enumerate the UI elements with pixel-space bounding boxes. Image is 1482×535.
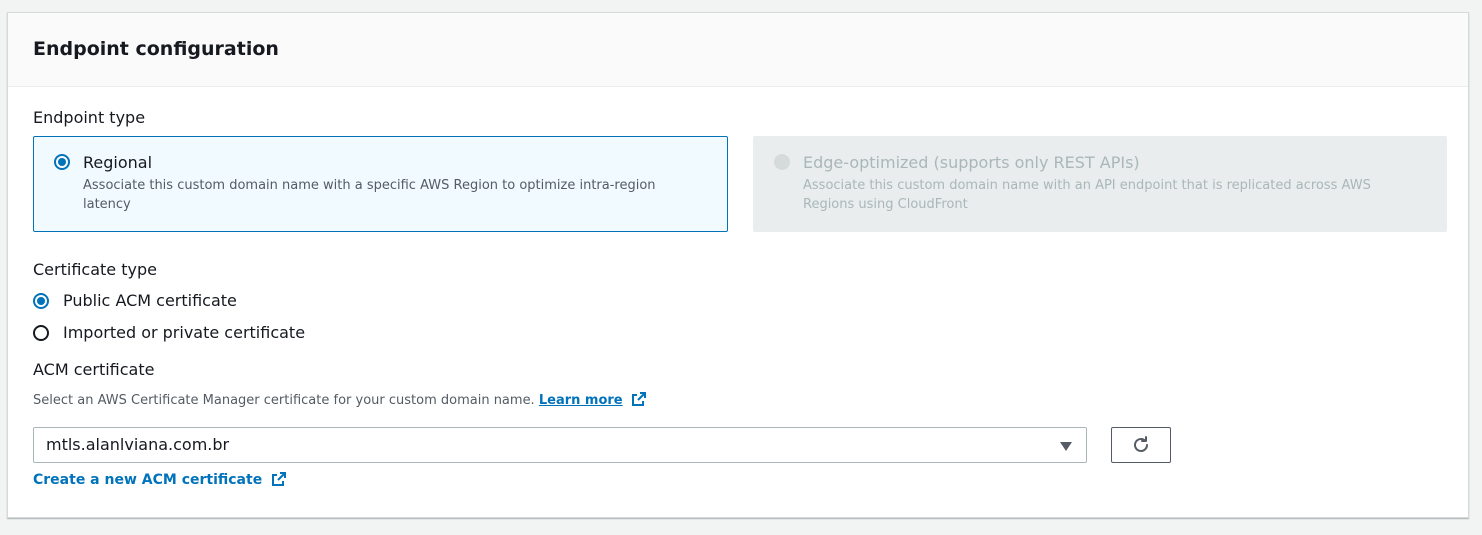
imported-private-label: Imported or private certificate [63, 323, 306, 342]
regional-radio[interactable] [54, 154, 70, 170]
acm-certificate-selected-value: mtls.alanlviana.com.br [46, 435, 230, 454]
endpoint-configuration-panel: Endpoint configuration Endpoint type Reg… [7, 12, 1469, 518]
imported-private-radio[interactable] [33, 325, 49, 341]
create-acm-certificate-label: Create a new ACM certificate [33, 472, 263, 488]
endpoint-tile-regional[interactable]: Regional Associate this custom domain na… [33, 136, 728, 232]
public-acm-radio[interactable] [33, 293, 49, 309]
create-acm-certificate-link[interactable]: Create a new ACM certificate [33, 471, 287, 488]
acm-certificate-label: ACM certificate [33, 360, 155, 379]
caret-down-icon [1060, 442, 1072, 451]
panel-title: Endpoint configuration [33, 37, 279, 60]
endpoint-tile-edge-optimized: Edge-optimized (supports only REST APIs)… [753, 136, 1447, 232]
acm-certificate-select[interactable]: mtls.alanlviana.com.br [33, 427, 1087, 463]
panel-header: Endpoint configuration [8, 13, 1468, 87]
certificate-option-public[interactable]: Public ACM certificate [33, 291, 293, 313]
acm-description-text: Select an AWS Certificate Manager certif… [33, 393, 535, 408]
regional-title: Regional [83, 153, 153, 172]
refresh-icon [1134, 436, 1148, 452]
certificate-option-imported[interactable]: Imported or private certificate [33, 323, 333, 345]
external-link-icon[interactable] [631, 391, 647, 407]
refresh-button[interactable] [1111, 427, 1171, 463]
certificate-type-label: Certificate type [33, 260, 157, 279]
edge-optimized-title: Edge-optimized (supports only REST APIs) [803, 153, 1140, 172]
edge-optimized-description: Associate this custom domain name with a… [803, 178, 1371, 212]
edge-optimized-radio [774, 154, 790, 170]
external-link-icon [272, 472, 287, 486]
endpoint-type-label: Endpoint type [33, 108, 146, 127]
acm-certificate-description: Select an AWS Certificate Manager certif… [33, 391, 647, 408]
learn-more-link[interactable]: Learn more [539, 393, 623, 408]
regional-description: Associate this custom domain name with a… [83, 178, 656, 212]
public-acm-label: Public ACM certificate [63, 291, 237, 310]
